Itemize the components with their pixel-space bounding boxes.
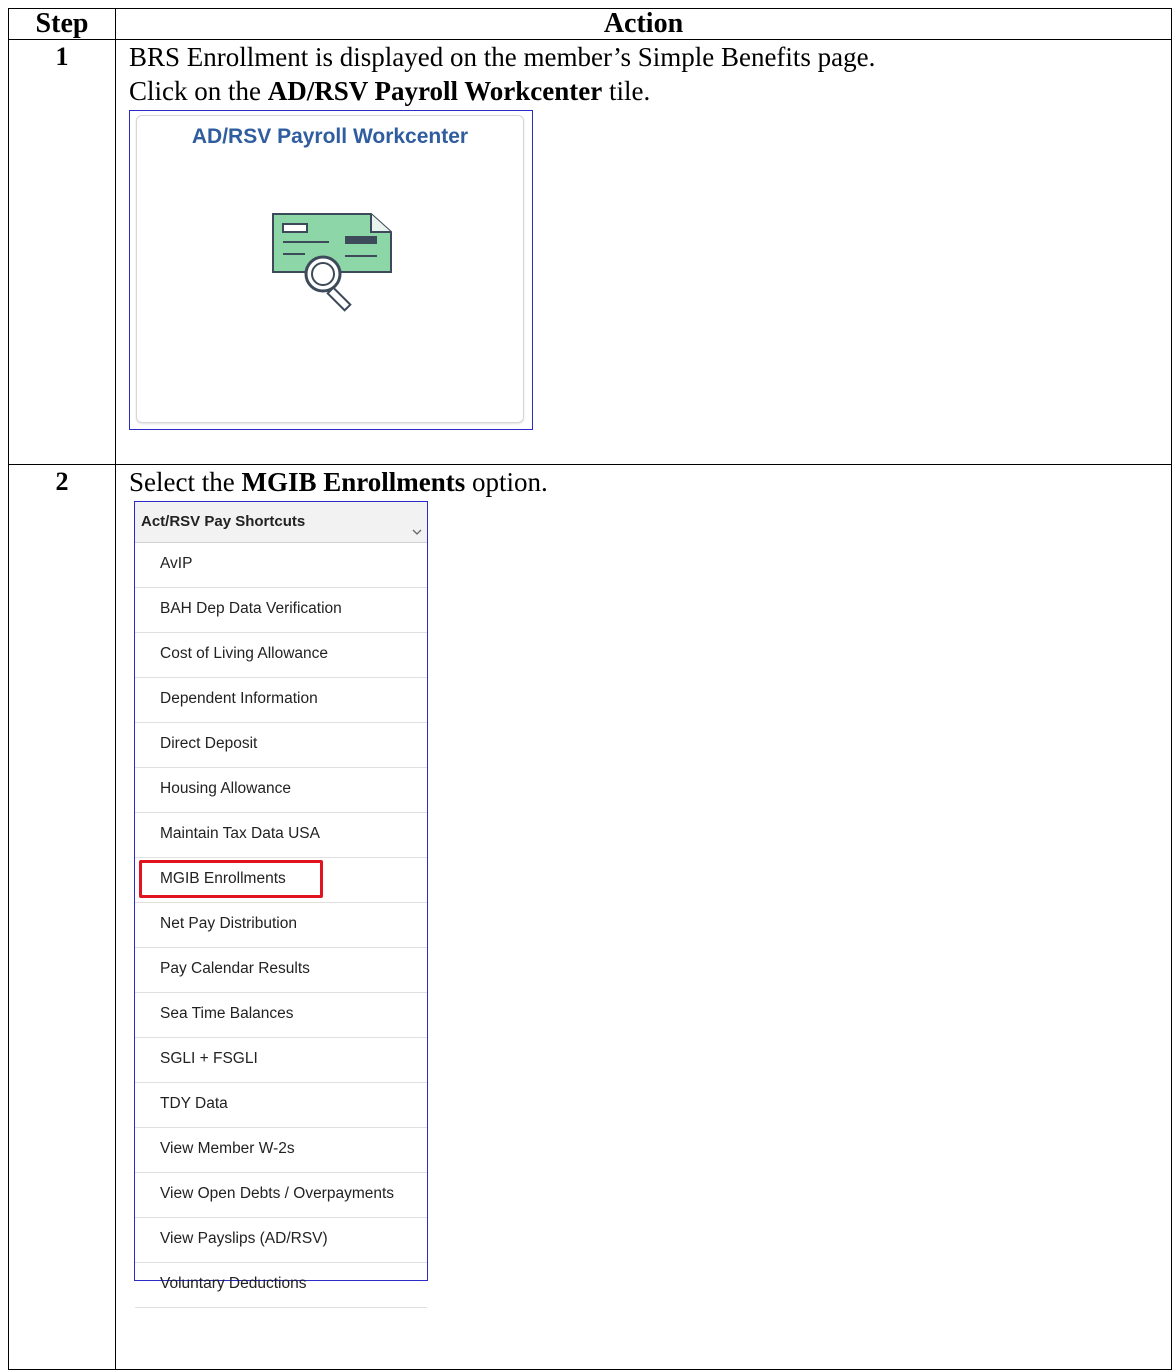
highlight-box: [139, 860, 323, 898]
instruction-text: Select the MGIB Enrollments option.: [129, 465, 1171, 499]
menu-item-label: TDY Data: [160, 1095, 228, 1112]
menu-item-label: Voluntary Deductions: [160, 1275, 307, 1292]
menu-item-label: Pay Calendar Results: [160, 960, 310, 977]
menu-item-label: AvIP: [160, 555, 193, 572]
instruction-table: Step Action 1 BRS Enrollment is displaye…: [8, 8, 1172, 1370]
menu-item[interactable]: MGIB Enrollments: [135, 858, 427, 903]
instruction-text: BRS Enrollment is displayed on the membe…: [129, 42, 876, 72]
menu-item-label: Dependent Information: [160, 690, 318, 707]
menu-item[interactable]: BAH Dep Data Verification: [135, 588, 427, 633]
step-row-2: 2 Select the MGIB Enrollments option. Ac…: [8, 464, 1172, 1370]
menu-item-label: Cost of Living Allowance: [160, 645, 329, 662]
menu-item-label: View Member W-2s: [160, 1140, 295, 1157]
menu-title: Act/RSV Pay Shortcuts: [141, 513, 306, 530]
menu-item[interactable]: Pay Calendar Results: [135, 948, 427, 993]
shortcuts-menu: Act/RSV Pay Shortcuts AvIP BAH Dep Data V…: [134, 501, 428, 1308]
menu-item[interactable]: View Open Debts / Overpayments: [135, 1173, 427, 1218]
menu-item[interactable]: Net Pay Distribution: [135, 903, 427, 948]
instruction-text-part: Click on the: [129, 76, 268, 106]
instruction-emphasis: AD/RSV Payroll Workcenter: [267, 76, 603, 106]
table-header-row: Step Action: [8, 8, 1172, 40]
menu-item[interactable]: SGLI + FSGLI: [135, 1038, 427, 1083]
header-action: Action: [115, 8, 1172, 40]
menu-item[interactable]: Housing Allowance: [135, 768, 427, 813]
instruction-text: Click on the AD/RSV Payroll Workcenter t…: [129, 74, 1171, 108]
menu-list: AvIP BAH Dep Data Verification Cost of Liv…: [135, 543, 427, 1308]
header-step: Step: [8, 8, 116, 40]
menu-item-label: SGLI + FSGLI: [160, 1050, 258, 1067]
action-cell: Select the MGIB Enrollments option. Act/…: [115, 464, 1172, 1370]
menu-item[interactable]: TDY Data: [135, 1083, 427, 1128]
menu-item[interactable]: Sea Time Balances: [135, 993, 427, 1038]
instruction-text-part: Select the: [129, 467, 242, 497]
menu-item-label: BAH Dep Data Verification: [160, 600, 342, 617]
action-cell: BRS Enrollment is displayed on the membe…: [115, 39, 1172, 465]
menu-item[interactable]: Maintain Tax Data USA: [135, 813, 427, 858]
menu-item-label: Net Pay Distribution: [160, 915, 297, 932]
menu-item[interactable]: View Payslips (AD/RSV): [135, 1218, 427, 1263]
check-search-icon: [272, 213, 392, 312]
menu-header[interactable]: Act/RSV Pay Shortcuts: [135, 502, 427, 543]
tile-title: AD/RSV Payroll Workcenter: [191, 125, 469, 148]
payroll-workcenter-tile[interactable]: AD/RSV Payroll Workcenter: [136, 115, 524, 423]
menu-item-label: View Payslips (AD/RSV): [160, 1230, 328, 1247]
screenshot-frame: AD/RSV Payroll Workcenter: [129, 110, 533, 430]
menu-item-label: Sea Time Balances: [160, 1005, 294, 1022]
menu-item-label: Maintain Tax Data USA: [160, 825, 320, 842]
menu-item[interactable]: Direct Deposit: [135, 723, 427, 768]
menu-item-label: Housing Allowance: [160, 780, 291, 797]
step-number: 2: [8, 464, 116, 1370]
menu-item[interactable]: Dependent Information: [135, 678, 427, 723]
instruction-emphasis: MGIB Enrollments: [241, 467, 466, 497]
instruction-text-part: option.: [465, 467, 548, 497]
menu-item[interactable]: AvIP: [135, 543, 427, 588]
menu-item-label: View Open Debts / Overpayments: [160, 1185, 395, 1202]
step-number: 1: [8, 39, 116, 465]
step-row-1: 1 BRS Enrollment is displayed on the mem…: [8, 39, 1172, 465]
menu-item-label: Direct Deposit: [160, 735, 258, 752]
menu-item[interactable]: Voluntary Deductions: [135, 1263, 427, 1308]
menu-item[interactable]: Cost of Living Allowance: [135, 633, 427, 678]
menu-item[interactable]: View Member W-2s: [135, 1128, 427, 1173]
instruction-text-part: tile.: [602, 76, 651, 106]
